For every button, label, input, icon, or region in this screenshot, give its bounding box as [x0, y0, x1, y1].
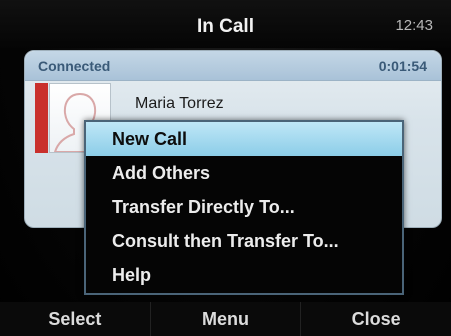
phone-screen: In Call 12:43 Connected 0:01:54 Maria To… — [0, 0, 451, 336]
menu-softkey[interactable]: Menu — [149, 302, 301, 336]
call-card-header: Connected 0:01:54 — [25, 51, 441, 81]
menu-item-help[interactable]: Help — [86, 258, 402, 292]
call-state-indicator — [35, 83, 48, 153]
softkey-bar: Select Menu Close — [0, 302, 451, 336]
call-timer: 0:01:54 — [378, 58, 427, 74]
close-softkey[interactable]: Close — [300, 302, 451, 336]
contact-name: Maria Torrez — [135, 95, 224, 112]
title-bar: In Call 12:43 — [0, 0, 451, 48]
menu-item-new-call[interactable]: New Call — [86, 122, 402, 156]
call-options-menu: New Call Add Others Transfer Directly To… — [84, 120, 404, 295]
clock: 12:43 — [395, 17, 433, 34]
menu-item-consult-transfer[interactable]: Consult then Transfer To... — [86, 224, 402, 258]
menu-item-transfer-directly[interactable]: Transfer Directly To... — [86, 190, 402, 224]
screen-title: In Call — [196, 16, 254, 37]
select-softkey[interactable]: Select — [0, 302, 150, 336]
call-status: Connected — [38, 58, 111, 74]
menu-item-add-others[interactable]: Add Others — [86, 156, 402, 190]
